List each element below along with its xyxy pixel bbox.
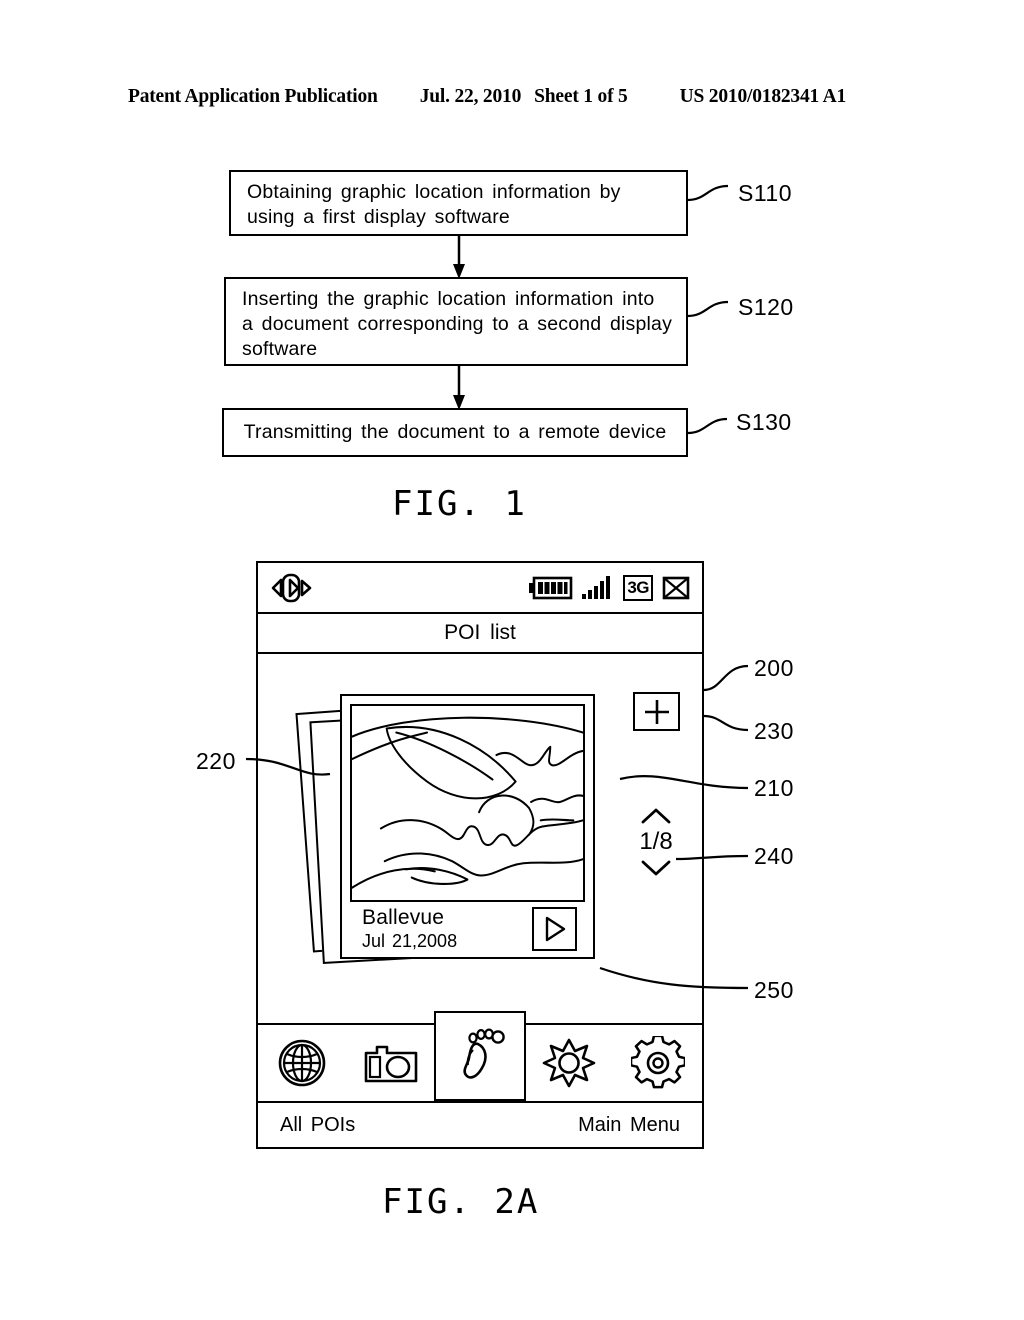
ref-230: 230 — [754, 718, 794, 744]
figure2a-leader-lines — [245, 664, 749, 990]
ref-210: 210 — [754, 775, 794, 801]
figure2a-caption: FIG. 2A — [382, 1182, 540, 1222]
ref-220: 220 — [196, 748, 236, 774]
ref-250: 250 — [754, 977, 794, 1003]
ref-240: 240 — [754, 843, 794, 869]
ref-200: 200 — [754, 655, 794, 681]
